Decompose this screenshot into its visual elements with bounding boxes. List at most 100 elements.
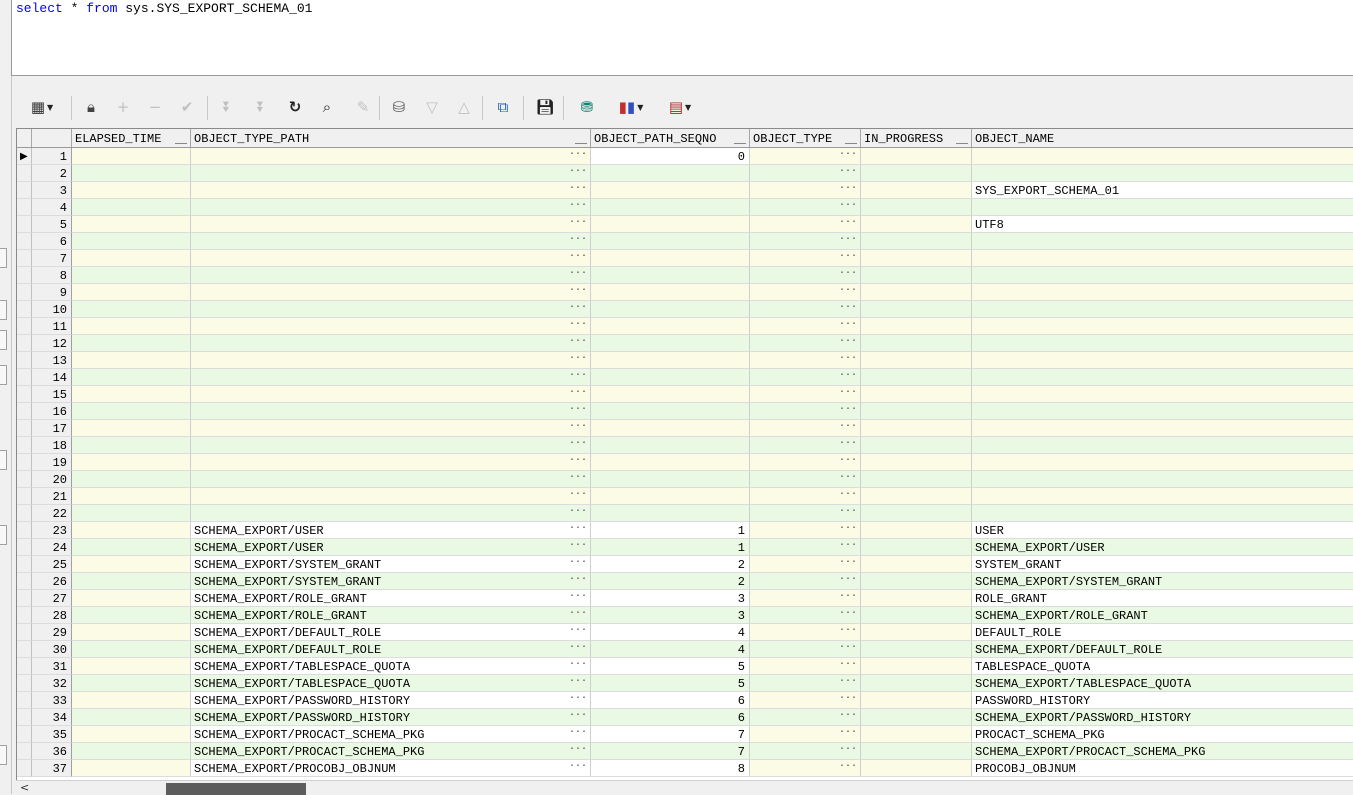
table-row[interactable]: 2 ··· ··· bbox=[17, 165, 1353, 182]
cell-object-type[interactable]: ··· bbox=[750, 182, 861, 199]
table-row[interactable]: 29 SCHEMA_EXPORT/DEFAULT_ROLE ··· 4 ··· DEFAU… bbox=[17, 624, 1353, 641]
cell-object-name[interactable]: SCHEMA_EXPORT/USER bbox=[972, 539, 1353, 556]
cell-edit-ellipsis-icon[interactable]: ··· bbox=[839, 760, 857, 776]
cell-elapsed-time[interactable] bbox=[72, 352, 191, 369]
cell-edit-ellipsis-icon[interactable]: ··· bbox=[569, 267, 587, 283]
cell-object-type[interactable]: ··· bbox=[750, 403, 861, 420]
cell-in-progress[interactable] bbox=[861, 607, 972, 624]
cell-edit-ellipsis-icon[interactable]: ··· bbox=[839, 658, 857, 674]
cell-object-path-seqno[interactable] bbox=[591, 301, 750, 318]
cell-object-name[interactable] bbox=[972, 352, 1353, 369]
cell-object-path-seqno[interactable] bbox=[591, 250, 750, 267]
table-row[interactable]: 25 SCHEMA_EXPORT/SYSTEM_GRANT ··· 2 ··· SYSTE… bbox=[17, 556, 1353, 573]
cell-edit-ellipsis-icon[interactable]: ··· bbox=[569, 301, 587, 317]
cell-object-type-path[interactable]: ··· bbox=[191, 216, 591, 233]
horizontal-scrollbar[interactable]: < bbox=[16, 780, 1353, 795]
table-row[interactable]: ▶ 1 ··· 0 ··· bbox=[17, 148, 1353, 165]
table-row[interactable]: 37 SCHEMA_EXPORT/PROCOBJ_OBJNUM ··· 8 ··· PRO… bbox=[17, 760, 1353, 777]
cell-object-type[interactable]: ··· bbox=[750, 233, 861, 250]
refresh-icon[interactable]: ↻ bbox=[284, 96, 306, 118]
cell-object-name[interactable] bbox=[972, 284, 1353, 301]
cell-elapsed-time[interactable] bbox=[72, 437, 191, 454]
cell-edit-ellipsis-icon[interactable]: ··· bbox=[569, 454, 587, 470]
cell-object-path-seqno[interactable]: 7 bbox=[591, 743, 750, 760]
cell-object-type[interactable]: ··· bbox=[750, 471, 861, 488]
cell-elapsed-time[interactable] bbox=[72, 692, 191, 709]
cell-object-type[interactable]: ··· bbox=[750, 318, 861, 335]
table-row[interactable]: 34 SCHEMA_EXPORT/PASSWORD_HISTORY ··· 6 ··· S… bbox=[17, 709, 1353, 726]
cell-object-type[interactable]: ··· bbox=[750, 641, 861, 658]
cell-object-path-seqno[interactable] bbox=[591, 471, 750, 488]
column-header-object-path-seqno[interactable]: OBJECT_PATH_SEQNO bbox=[591, 129, 750, 147]
cell-edit-ellipsis-icon[interactable]: ··· bbox=[839, 386, 857, 402]
cell-object-name[interactable] bbox=[972, 403, 1353, 420]
cell-object-path-seqno[interactable]: 5 bbox=[591, 658, 750, 675]
cell-in-progress[interactable] bbox=[861, 403, 972, 420]
cell-elapsed-time[interactable] bbox=[72, 709, 191, 726]
cell-object-type-path[interactable]: SCHEMA_EXPORT/TABLESPACE_QUOTA ··· bbox=[191, 658, 591, 675]
cell-edit-ellipsis-icon[interactable]: ··· bbox=[569, 539, 587, 555]
cell-object-name[interactable] bbox=[972, 386, 1353, 403]
cell-elapsed-time[interactable] bbox=[72, 658, 191, 675]
cell-object-name[interactable] bbox=[972, 267, 1353, 284]
cell-object-name[interactable] bbox=[972, 199, 1353, 216]
cell-edit-ellipsis-icon[interactable]: ··· bbox=[839, 488, 857, 504]
cell-object-name[interactable]: ROLE_GRANT bbox=[972, 590, 1353, 607]
cell-in-progress[interactable] bbox=[861, 318, 972, 335]
cell-object-type-path[interactable]: ··· bbox=[191, 386, 591, 403]
cell-edit-ellipsis-icon[interactable]: ··· bbox=[569, 624, 587, 640]
cell-object-name[interactable]: PROCOBJ_OBJNUM bbox=[972, 760, 1353, 777]
cell-in-progress[interactable] bbox=[861, 675, 972, 692]
cell-edit-ellipsis-icon[interactable]: ··· bbox=[839, 284, 857, 300]
table-row[interactable]: 15 ··· ··· bbox=[17, 386, 1353, 403]
cell-elapsed-time[interactable] bbox=[72, 573, 191, 590]
cell-object-type-path[interactable]: SCHEMA_EXPORT/TABLESPACE_QUOTA ··· bbox=[191, 675, 591, 692]
cell-object-type[interactable]: ··· bbox=[750, 488, 861, 505]
cell-in-progress[interactable] bbox=[861, 505, 972, 522]
table-row[interactable]: 28 SCHEMA_EXPORT/ROLE_GRANT ··· 3 ··· SCHEMA_… bbox=[17, 607, 1353, 624]
cell-edit-ellipsis-icon[interactable]: ··· bbox=[839, 505, 857, 521]
cell-object-name[interactable]: SCHEMA_EXPORT/SYSTEM_GRANT bbox=[972, 573, 1353, 590]
cell-object-path-seqno[interactable] bbox=[591, 165, 750, 182]
cell-object-name[interactable]: SCHEMA_EXPORT/PASSWORD_HISTORY bbox=[972, 709, 1353, 726]
cell-in-progress[interactable] bbox=[861, 267, 972, 284]
table-row[interactable]: 30 SCHEMA_EXPORT/DEFAULT_ROLE ··· 4 ··· SCHEM… bbox=[17, 641, 1353, 658]
table-row[interactable]: 8 ··· ··· bbox=[17, 267, 1353, 284]
cell-edit-ellipsis-icon[interactable]: ··· bbox=[569, 284, 587, 300]
cell-object-type-path[interactable]: SCHEMA_EXPORT/PROCACT_SCHEMA_PKG ··· bbox=[191, 726, 591, 743]
cell-object-type-path[interactable]: ··· bbox=[191, 505, 591, 522]
cell-elapsed-time[interactable] bbox=[72, 505, 191, 522]
sql-editor[interactable]: select * from sys.SYS_EXPORT_SCHEMA_01 bbox=[11, 0, 1353, 76]
cell-object-type-path[interactable]: ··· bbox=[191, 471, 591, 488]
cell-edit-ellipsis-icon[interactable]: ··· bbox=[569, 488, 587, 504]
cell-elapsed-time[interactable] bbox=[72, 607, 191, 624]
column-header-elapsed-time[interactable]: ELAPSED_TIME bbox=[72, 129, 191, 147]
cell-in-progress[interactable] bbox=[861, 743, 972, 760]
cell-object-name[interactable] bbox=[972, 233, 1353, 250]
cell-elapsed-time[interactable] bbox=[72, 743, 191, 760]
cell-object-type[interactable]: ··· bbox=[750, 590, 861, 607]
table-row[interactable]: 16 ··· ··· bbox=[17, 403, 1353, 420]
cell-object-type-path[interactable]: SCHEMA_EXPORT/PROCOBJ_OBJNUM ··· bbox=[191, 760, 591, 777]
cell-in-progress[interactable] bbox=[861, 335, 972, 352]
cell-edit-ellipsis-icon[interactable]: ··· bbox=[569, 760, 587, 776]
table-row[interactable]: 32 SCHEMA_EXPORT/TABLESPACE_QUOTA ··· 5 ··· S… bbox=[17, 675, 1353, 692]
left-panel-tab[interactable] bbox=[0, 525, 7, 545]
table-row[interactable]: 11 ··· ··· bbox=[17, 318, 1353, 335]
cell-elapsed-time[interactable] bbox=[72, 454, 191, 471]
cell-in-progress[interactable] bbox=[861, 488, 972, 505]
cell-edit-ellipsis-icon[interactable]: ··· bbox=[569, 335, 587, 351]
cell-edit-ellipsis-icon[interactable]: ··· bbox=[569, 675, 587, 691]
column-header-object-name[interactable]: OBJECT_NAME bbox=[972, 129, 1353, 147]
cell-object-type-path[interactable]: SCHEMA_EXPORT/DEFAULT_ROLE ··· bbox=[191, 624, 591, 641]
cell-object-name[interactable]: SYSTEM_GRANT bbox=[972, 556, 1353, 573]
cell-object-name[interactable]: PASSWORD_HISTORY bbox=[972, 692, 1353, 709]
cell-elapsed-time[interactable] bbox=[72, 675, 191, 692]
cell-object-type-path[interactable]: ··· bbox=[191, 233, 591, 250]
cell-edit-ellipsis-icon[interactable]: ··· bbox=[569, 250, 587, 266]
cell-object-path-seqno[interactable] bbox=[591, 284, 750, 301]
cell-edit-ellipsis-icon[interactable]: ··· bbox=[839, 709, 857, 725]
cell-object-name[interactable]: TABLESPACE_QUOTA bbox=[972, 658, 1353, 675]
cell-edit-ellipsis-icon[interactable]: ··· bbox=[839, 318, 857, 334]
cell-object-type-path[interactable]: SCHEMA_EXPORT/ROLE_GRANT ··· bbox=[191, 607, 591, 624]
